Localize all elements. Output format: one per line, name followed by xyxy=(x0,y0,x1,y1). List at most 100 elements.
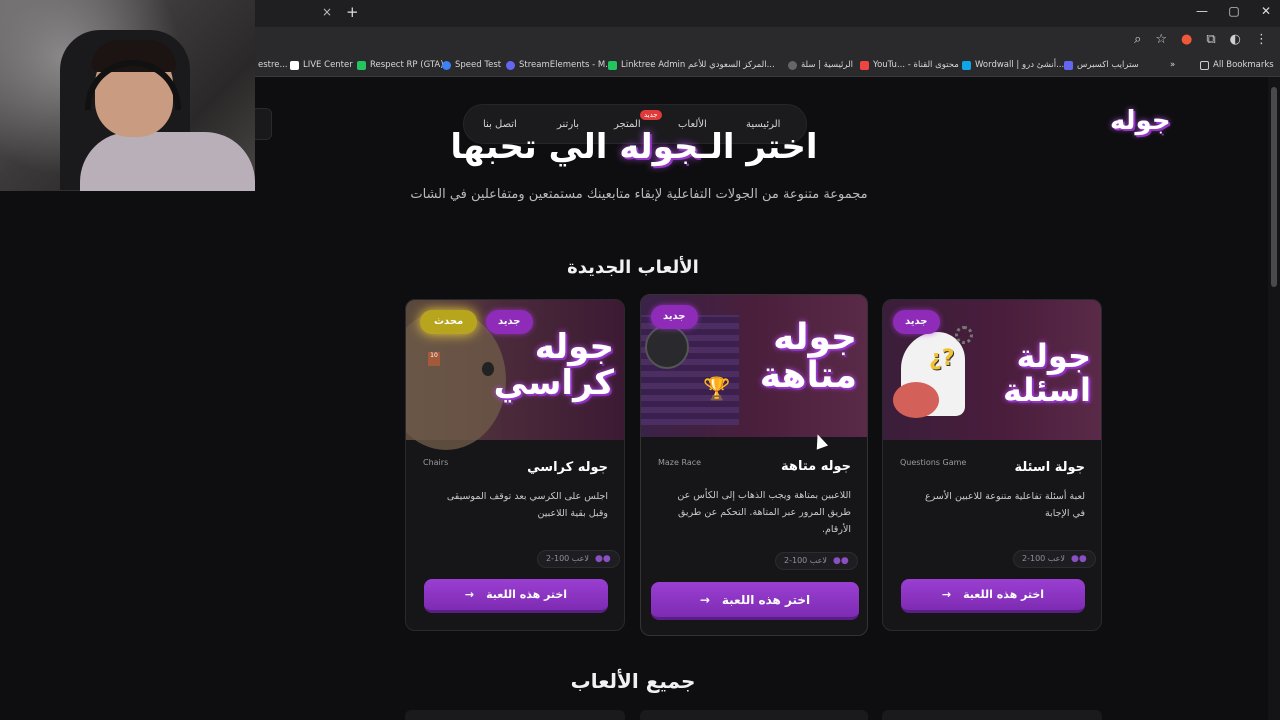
art-title-line: كراسي xyxy=(493,362,614,403)
button-label: اختر هذه اللعبة xyxy=(721,592,811,607)
tab-close-icon[interactable]: × xyxy=(322,5,332,19)
next-card-edge xyxy=(640,710,868,720)
new-games-heading: الألعاب الجديدة xyxy=(567,257,699,278)
new-tab-button[interactable]: + xyxy=(346,3,359,21)
game-card-chairs[interactable]: 10 جوله كراسي محدث جديد جوله كراسي Chair… xyxy=(405,299,625,631)
next-card-edge xyxy=(882,710,1102,720)
bookmark-item[interactable]: LIVE Center xyxy=(290,60,353,70)
trophy-icon: 🏆 xyxy=(703,377,731,402)
brain-icon xyxy=(893,382,939,418)
salla-icon xyxy=(788,60,797,70)
person-torso xyxy=(80,132,255,191)
gear-icon xyxy=(955,326,973,344)
maximize-button[interactable]: ▢ xyxy=(1228,4,1240,18)
game-description: اجلس على الكرسي بعد توقف الموسيقى وقبل ب… xyxy=(447,488,608,522)
bookmark-label: StreamElements - M... xyxy=(519,60,614,70)
art-title-line: جوله xyxy=(534,327,614,367)
arrow-right-icon: → xyxy=(699,592,710,607)
desc-line: الأرقام. xyxy=(822,524,851,536)
next-card-edge xyxy=(405,710,625,720)
browser-menu-icon[interactable]: ⋮ xyxy=(1255,32,1268,47)
bookmark-label: estre... xyxy=(258,60,288,70)
new-badge: جديد xyxy=(651,305,698,329)
art-title-line: جوله xyxy=(773,317,857,358)
game-card-questions[interactable]: ¿? جولة اسئلة جديد جولة اسئلة Questions … xyxy=(882,299,1102,631)
new-badge: جديد xyxy=(640,110,662,120)
question-mark-icon: ¿? xyxy=(929,346,955,371)
game-name: جوله كراسي xyxy=(527,460,608,475)
title-part-1: اختر الـ xyxy=(698,127,818,167)
bookmark-label: Linktree Admin xyxy=(621,60,686,70)
youtube-icon xyxy=(860,60,869,70)
profile-avatar-icon[interactable]: ◐ xyxy=(1230,32,1241,47)
bookmark-label: Speed Test xyxy=(455,60,502,70)
players-badge: 2-100 لاعب ●● xyxy=(775,552,858,570)
minimize-button[interactable]: — xyxy=(1196,4,1208,18)
game-card-maze[interactable]: 🏆 جوله متاهة جديد جوله متاهة Maze Race ا… xyxy=(640,294,868,636)
bookmark-label: LIVE Center xyxy=(303,60,353,70)
bookmark-item[interactable]: estre... xyxy=(258,60,288,70)
players-badge: 2-100 لاعب ●● xyxy=(537,550,620,568)
close-window-button[interactable]: ✕ xyxy=(1260,4,1272,18)
bookmark-label: Respect RP (GTA) xyxy=(370,60,444,70)
game-description: اللاعبين بمتاهة ويجب الذهاب إلى الكأس عن… xyxy=(677,487,851,538)
art-title-line: اسئلة xyxy=(1003,370,1091,409)
page-scrollbar[interactable] xyxy=(1268,77,1280,720)
users-icon: ●● xyxy=(833,556,849,566)
art-title: جوله كراسي xyxy=(493,327,614,403)
bookmark-item[interactable]: Respect RP (GTA) xyxy=(357,60,444,70)
bookmark-label: Wordwall | أنشئ درو... xyxy=(975,60,1065,70)
desc-line: في الإجابة xyxy=(1044,508,1085,520)
chair-number: 10 xyxy=(430,352,438,359)
bookmark-label: الرئيسية | سلة xyxy=(801,60,854,70)
players-badge: 2-100 لاعب ●● xyxy=(1013,550,1096,568)
choose-game-button[interactable]: → اختر هذه اللعبة xyxy=(901,579,1085,613)
bookmark-item[interactable]: المركز السعودي للأعم... xyxy=(688,60,775,70)
players-count: 2-100 لاعب xyxy=(546,554,589,563)
zoom-icon[interactable]: ⌕ xyxy=(1134,32,1141,47)
bookmark-item[interactable]: YouTu... - محتوى القناة xyxy=(860,60,959,70)
bookmark-label: All Bookmarks xyxy=(1213,60,1274,70)
game-name: جولة اسئلة xyxy=(1014,460,1085,475)
bookmark-item[interactable]: Linktree Admin xyxy=(608,60,685,70)
all-bookmarks-button[interactable]: All Bookmarks xyxy=(1200,60,1274,70)
title-part-2: الي تحبها xyxy=(450,127,608,167)
speedtest-icon xyxy=(442,60,451,70)
bookmark-item[interactable]: الرئيسية | سلة xyxy=(788,60,853,70)
address-bar-actions: ⌕ ☆ ● ⧉ ◐ ⋮ xyxy=(1134,32,1268,47)
bookmark-label: سترايب اكسبرس xyxy=(1077,60,1139,70)
extensions-puzzle-icon[interactable]: ⧉ xyxy=(1206,32,1215,47)
users-icon: ●● xyxy=(595,554,611,564)
bookmark-star-icon[interactable]: ☆ xyxy=(1155,32,1167,47)
chair-icon: 10 xyxy=(428,352,440,366)
bookmark-item[interactable]: Speed Test xyxy=(442,60,501,70)
button-label: اختر هذه اللعبة xyxy=(486,588,568,601)
extension-icon[interactable]: ● xyxy=(1181,32,1192,47)
game-description: لعبة أسئلة تفاعلية متنوعة للاعبين الأسرع… xyxy=(925,488,1085,522)
bookmark-item[interactable]: StreamElements - M... xyxy=(506,60,613,70)
wordwall-icon xyxy=(962,60,971,70)
bookmarks-overflow-button[interactable]: » xyxy=(1170,60,1175,70)
game-name: جوله متاهة xyxy=(781,459,851,474)
new-badge: جديد xyxy=(893,310,940,334)
players-count: 2-100 لاعب xyxy=(784,556,827,565)
title-accent: جوله xyxy=(619,127,699,167)
desc-line: طريق المرور عبر المتاهة. التحكم عن طريق xyxy=(678,507,851,519)
desc-line: وقبل بقية اللاعبين xyxy=(537,508,608,520)
art-title: جوله متاهة xyxy=(760,319,857,395)
scrollbar-thumb[interactable] xyxy=(1271,87,1277,287)
choose-game-button[interactable]: → اختر هذه اللعبة xyxy=(424,579,608,613)
desc-line: اللاعبين بمتاهة ويجب الذهاب إلى الكأس عن xyxy=(677,490,851,501)
arrow-right-icon: → xyxy=(941,588,952,601)
streamelements-icon xyxy=(506,60,515,70)
bookmark-item[interactable]: Wordwall | أنشئ درو... xyxy=(962,60,1064,70)
arrow-right-icon: → xyxy=(464,588,475,601)
chevron-double-right-icon: » xyxy=(1170,60,1176,70)
new-badge: جديد xyxy=(486,310,533,334)
choose-game-button[interactable]: → اختر هذه اللعبة xyxy=(651,582,859,620)
tiktok-icon xyxy=(290,60,299,70)
bookmark-item[interactable]: سترايب اكسبرس xyxy=(1064,60,1139,70)
stripe-icon xyxy=(1064,60,1073,70)
kick-icon xyxy=(357,60,366,70)
users-icon: ●● xyxy=(1071,554,1087,564)
